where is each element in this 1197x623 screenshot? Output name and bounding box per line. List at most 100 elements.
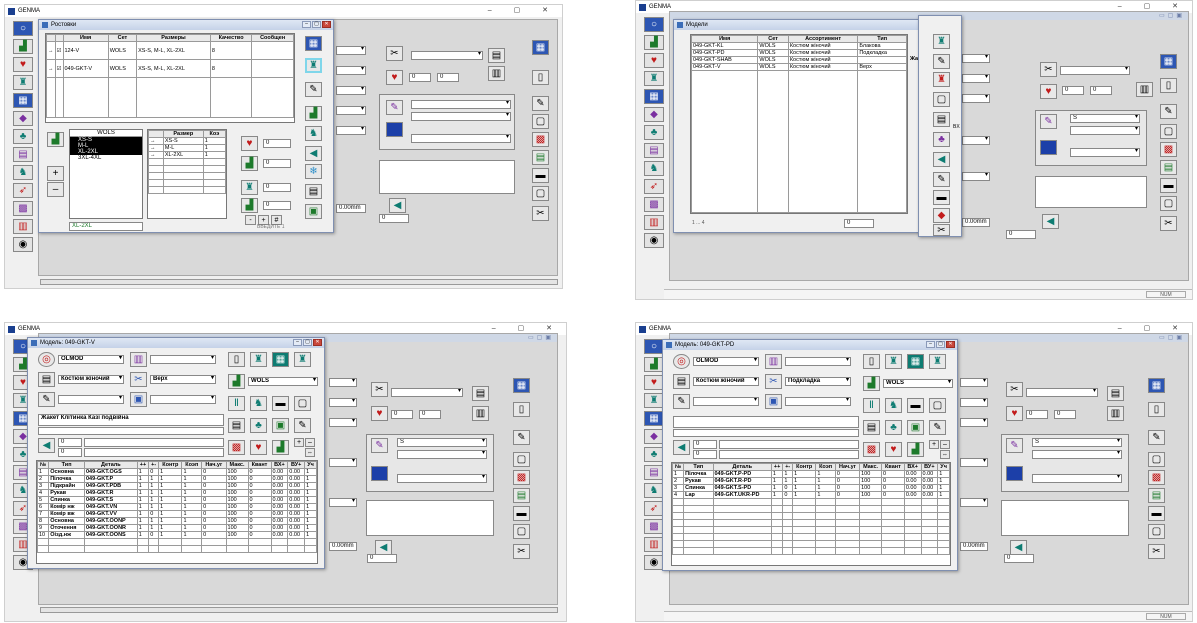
- pattern-icon[interactable]: ▦: [305, 36, 322, 51]
- table-cell[interactable]: [782, 512, 794, 520]
- table-cell[interactable]: 0.00: [287, 503, 306, 511]
- cart-icon[interactable]: ▤: [933, 112, 950, 127]
- color-select[interactable]: [150, 355, 216, 364]
- table-cell[interactable]: 049-GKT.VN: [83, 503, 138, 511]
- table-cell[interactable]: [815, 547, 836, 555]
- bg-zero-field[interactable]: 0: [379, 214, 409, 223]
- table-cell[interactable]: 100: [225, 475, 249, 483]
- mdi-controls[interactable]: ▭▢▣: [1159, 12, 1185, 19]
- close-button[interactable]: ✕: [322, 21, 331, 28]
- bg-num-b[interactable]: 0: [1090, 86, 1112, 95]
- table-cell[interactable]: Lap: [683, 491, 714, 499]
- table-cell[interactable]: [859, 519, 882, 527]
- table-cell[interactable]: 0.00: [903, 477, 922, 485]
- row-checkbox[interactable]: ☑: [54, 59, 64, 78]
- table-cell[interactable]: [834, 505, 861, 513]
- table-cell[interactable]: 0: [834, 477, 861, 485]
- minimize-button[interactable]: –: [926, 341, 935, 348]
- type-select[interactable]: Верх: [150, 375, 216, 384]
- shirts-icon-2[interactable]: ♣: [250, 418, 267, 433]
- assortment-icon[interactable]: ▤: [673, 374, 690, 389]
- minimize-button[interactable]: –: [302, 21, 311, 28]
- table-cell[interactable]: 0: [834, 491, 861, 499]
- table-cell[interactable]: [181, 545, 203, 553]
- table-cell[interactable]: [920, 533, 939, 541]
- calendar-icon[interactable]: ▥: [644, 215, 664, 230]
- table-row[interactable]: → M-L 1: [148, 144, 226, 152]
- table-cell[interactable]: 0.00: [270, 489, 289, 497]
- colored-shirts-icon[interactable]: ♣: [644, 447, 664, 462]
- table-cell[interactable]: 1: [304, 489, 317, 497]
- table-cell[interactable]: 5: [37, 496, 50, 504]
- table-cell[interactable]: 1: [158, 475, 183, 483]
- table-cell[interactable]: 049-GKT.PDB: [83, 482, 138, 490]
- col-header-pm[interactable]: +-: [148, 461, 160, 469]
- table-cell[interactable]: [782, 505, 794, 513]
- table-cell[interactable]: 1: [148, 517, 160, 525]
- globe-icon[interactable]: ◉: [13, 237, 33, 252]
- bg-tool-icon-3[interactable]: ✎: [532, 96, 549, 111]
- table-row[interactable]: [672, 540, 950, 548]
- table-cell[interactable]: [859, 547, 882, 555]
- bg-tool-icon-7[interactable]: ✂: [1160, 216, 1177, 231]
- table-cell[interactable]: 049-GKT.OONP: [83, 517, 138, 525]
- table-cell[interactable]: 1: [158, 496, 183, 504]
- table-cell[interactable]: [920, 505, 939, 513]
- tool-icon-small[interactable]: ✎: [38, 392, 55, 407]
- table-cell[interactable]: 1: [792, 477, 817, 485]
- table-cell[interactable]: [937, 512, 950, 520]
- table-cell[interactable]: [770, 505, 784, 513]
- table-cell[interactable]: [782, 533, 794, 541]
- table-cell[interactable]: 1: [136, 475, 150, 483]
- table-row[interactable]: 049-GKT-KL WOLS Костюм жіночий Блакова: [691, 42, 907, 50]
- table-row[interactable]: 7 Комір вж 049-GKT.VV 1 0 1 1 0 100 0 0.00 0.00 1: [37, 510, 317, 518]
- colors-icon[interactable]: ▩: [228, 440, 245, 455]
- table-cell[interactable]: [920, 526, 939, 534]
- tool-icon[interactable]: ✎: [933, 54, 950, 69]
- table-cell[interactable]: 1: [304, 531, 317, 539]
- bg-tool-icon-4[interactable]: ▩: [1160, 142, 1177, 157]
- bg-rotate-icon[interactable]: ♥: [1040, 84, 1057, 99]
- shirts-icon[interactable]: ♜: [305, 58, 322, 73]
- bg-combo-6[interactable]: [1032, 474, 1122, 483]
- table-cell[interactable]: [136, 538, 150, 546]
- table-cell[interactable]: [770, 512, 784, 520]
- table-cell[interactable]: [815, 512, 836, 520]
- table-cell[interactable]: 049-GKT.R-PD: [712, 477, 772, 485]
- calendar-icon[interactable]: ▥: [13, 219, 33, 234]
- table-cell[interactable]: 0: [834, 484, 861, 492]
- pattern-icon[interactable]: ▦: [272, 352, 289, 367]
- table-row[interactable]: 2 Пілочка 049-GKT.P 1 1 1 1 0 100 0 0.00 0.00 1: [37, 475, 317, 483]
- bg-pencil-icon[interactable]: ✎: [1040, 114, 1057, 129]
- table-cell[interactable]: 1: [181, 524, 203, 532]
- table-cell[interactable]: 100: [859, 470, 882, 478]
- table-row[interactable]: 3 Спинка 049-GKT.S-PD 1 0 1 1 0 100 0 0.00 0.00 1: [672, 484, 950, 492]
- table-row[interactable]: 049-GKT-V WOLS Костюм жіночий Верх: [691, 63, 907, 71]
- green-chart-icon[interactable]: ▟: [644, 357, 664, 372]
- bg-tool-icon-5[interactable]: ▤: [1148, 488, 1165, 503]
- col-header-set[interactable]: Сет: [107, 34, 138, 42]
- table-cell[interactable]: 1: [181, 531, 203, 539]
- maximize-button[interactable]: ▢: [936, 341, 945, 348]
- table-cell[interactable]: 1: [158, 503, 183, 511]
- table-cell[interactable]: [782, 498, 794, 506]
- table-row[interactable]: [672, 498, 950, 506]
- table-cell[interactable]: 100: [859, 491, 882, 499]
- field-long-b[interactable]: [719, 450, 859, 459]
- field-b[interactable]: 0: [693, 450, 717, 459]
- table-row[interactable]: [37, 538, 317, 546]
- table-cell[interactable]: 0.00: [270, 475, 289, 483]
- figure-icon[interactable]: ♞: [250, 396, 267, 411]
- bg-combo-1[interactable]: [960, 378, 988, 387]
- table-cell[interactable]: [201, 538, 227, 546]
- table-cell[interactable]: [148, 545, 160, 553]
- phone-icon[interactable]: ▯: [863, 354, 880, 369]
- table-cell[interactable]: [792, 512, 817, 520]
- table-cell[interactable]: 1: [672, 470, 685, 478]
- table-cell[interactable]: 0: [201, 531, 227, 539]
- bg-combo-top[interactable]: [391, 388, 463, 397]
- bg-combo-s2[interactable]: [1032, 450, 1122, 459]
- col-header-coef[interactable]: Коэ: [202, 130, 226, 138]
- colored-shirts-icon[interactable]: ♣: [13, 129, 33, 144]
- table-row[interactable]: → ☑ 124-V WOLS XS-S, M-L, XL-2XL 8: [46, 41, 294, 60]
